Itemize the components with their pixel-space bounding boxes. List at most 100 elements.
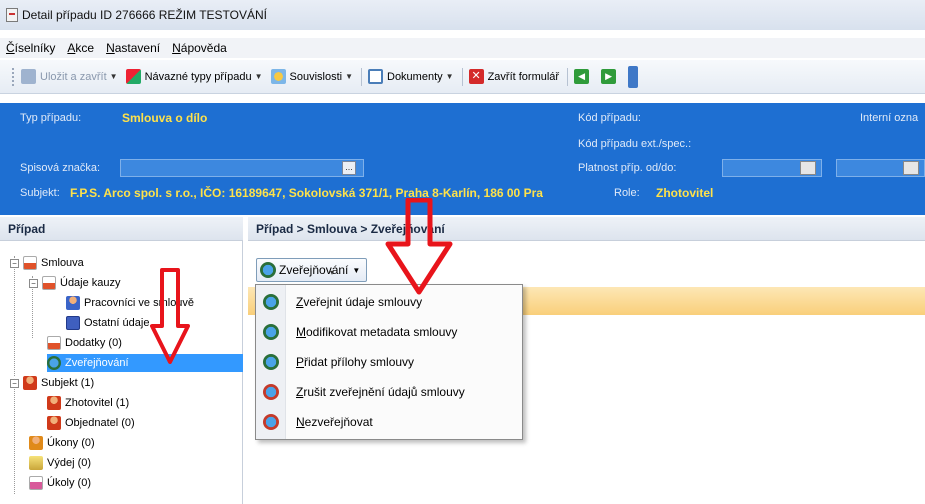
- arrow-right-icon: ▶: [601, 69, 617, 84]
- tree-item-label: Údaje kauzy: [60, 277, 121, 289]
- related-types-label: Návazné typy případu: [144, 70, 252, 83]
- documents-button[interactable]: Dokumenty ▼: [368, 69, 454, 84]
- toolbar-separator: [361, 67, 362, 86]
- tree-item-zhotovitel[interactable]: Zhotovitel (1): [47, 394, 129, 412]
- tree-item-label: Zhotovitel (1): [65, 397, 130, 409]
- overflow-icon: [628, 65, 639, 88]
- related-types-button[interactable]: Návazné typy případu ▼: [125, 69, 263, 84]
- collapse-icon[interactable]: −: [29, 278, 38, 288]
- tree-item-dodatky[interactable]: Dodatky (0): [47, 334, 122, 352]
- tree-item-label: Dodatky (0): [65, 337, 122, 349]
- case-code-ext-label: Kód případu ext./spec.:: [578, 138, 692, 150]
- person-icon: [47, 416, 61, 430]
- menu-item-label: Zveřejnit údaje smlouvy: [296, 295, 423, 309]
- red-arrow-icon: [150, 268, 190, 364]
- chevron-down-icon: ▼: [109, 72, 118, 81]
- menu-item-modifikovat[interactable]: Modifikovat metadata smlouvy: [256, 317, 522, 347]
- tree-item-label: Subjekt (1): [41, 377, 95, 389]
- save-close-button[interactable]: Uložit a zavřít ▼: [21, 69, 118, 84]
- menu-nastaveni[interactable]: Nastavení: [106, 41, 160, 55]
- toolbar-overflow-button[interactable]: [628, 65, 642, 88]
- documents-label: Dokumenty: [387, 70, 443, 83]
- menu-napoveda[interactable]: Nápověda: [172, 41, 227, 55]
- case-tree: − Smlouva − Údaje kauzy Pracovníci ve sm…: [0, 241, 243, 504]
- tree-item-ukony[interactable]: Úkony (0): [29, 434, 95, 452]
- person-icon: [47, 396, 61, 410]
- relations-button[interactable]: Souvislosti ▼: [270, 69, 353, 84]
- menu-item-nezverejnovat[interactable]: Nezveřejňovat: [256, 407, 522, 437]
- tree-item-smlouva[interactable]: − Smlouva: [10, 254, 84, 272]
- file-mark-field[interactable]: [120, 159, 364, 177]
- case-header: Typ případu: Smlouva o dílo Kód případu:…: [0, 103, 925, 215]
- next-button[interactable]: ▶: [601, 69, 620, 84]
- case-type-label: Typ případu:: [20, 112, 82, 124]
- collapse-icon[interactable]: −: [10, 258, 19, 268]
- calendar-icon[interactable]: [903, 161, 919, 175]
- subject-label: Subjekt:: [20, 187, 60, 199]
- file-mark-picker-button[interactable]: ...: [342, 161, 356, 175]
- toolbar: Uložit a zavřít ▼ Návazné typy případu ▼…: [0, 60, 925, 94]
- tree-item-label: Úkony (0): [47, 437, 95, 449]
- app-icon: [6, 8, 18, 22]
- zverejnovani-button-label: Zveřejňování: [279, 263, 349, 277]
- case-type-value: Smlouva o dílo: [122, 111, 208, 125]
- document-person-icon: [47, 336, 61, 350]
- menu-akce[interactable]: Akce: [67, 41, 94, 55]
- chevron-down-icon: ▼: [445, 72, 454, 81]
- save-icon: [21, 69, 36, 84]
- toolbar-overflow-icon[interactable]: ▾: [330, 268, 334, 277]
- tree-item-label: Zveřejňování: [65, 357, 129, 369]
- arrow-left-icon: ◀: [574, 69, 590, 84]
- tree-item-subjekt[interactable]: − Subjekt (1): [10, 374, 94, 392]
- tree-line: [14, 384, 15, 494]
- globe-house-icon: [263, 414, 279, 430]
- task-icon: [29, 476, 43, 490]
- validity-label: Platnost příp. od/do:: [578, 162, 677, 174]
- globe-house-icon: [263, 324, 279, 340]
- close-form-label: Zavřít formulář: [487, 70, 560, 83]
- menu-ciselniky[interactable]: Číselníky: [6, 41, 55, 55]
- list-icon: [66, 316, 80, 330]
- tree-item-label: Smlouva: [41, 257, 84, 269]
- globe-house-icon: [263, 354, 279, 370]
- tree-item-udaje-kauzy[interactable]: − Údaje kauzy: [29, 274, 121, 292]
- title-bar: Detail případu ID 276666 REŽIM TESTOVÁNÍ: [0, 0, 925, 30]
- globe-house-icon: [47, 356, 61, 370]
- tree-item-label: Úkoly (0): [47, 477, 92, 489]
- document-person-icon: [23, 256, 37, 270]
- case-code-label: Kód případu:: [578, 112, 641, 124]
- document-person-icon: [42, 276, 56, 290]
- menu-item-pridat-prilohy[interactable]: Přidat přílohy smlouvy: [256, 347, 522, 377]
- calendar-icon[interactable]: [800, 161, 816, 175]
- tree-item-ostatni-udaje[interactable]: Ostatní údaje: [66, 314, 149, 332]
- zverejnovani-dropdown-button[interactable]: Zveřejňování ▼: [256, 258, 368, 282]
- tree-item-vydej[interactable]: Výdej (0): [29, 454, 91, 472]
- left-panel-title: Případ: [0, 217, 243, 241]
- menu-item-zrusit[interactable]: Zrušit zveřejnění údajů smlouvy: [256, 377, 522, 407]
- toolbar-grip[interactable]: [12, 67, 15, 86]
- tree-item-objednatel[interactable]: Objednatel (0): [47, 414, 135, 432]
- tree-item-label: Výdej (0): [47, 457, 92, 469]
- menu-item-label: Zrušit zveřejnění údajů smlouvy: [296, 385, 465, 399]
- subject-value: F.P.S. Arco spol. s r.o., IČO: 16189647,…: [70, 186, 543, 200]
- tree-item-ukoly[interactable]: Úkoly (0): [29, 474, 91, 492]
- zverejnovani-menu: Zveřejnit údaje smlouvy Modifikovat meta…: [255, 284, 523, 440]
- previous-button[interactable]: ◀: [574, 69, 593, 84]
- close-form-button[interactable]: ✕ Zavřít formulář: [468, 69, 560, 84]
- collapse-icon[interactable]: −: [10, 378, 19, 388]
- globe-house-icon: [263, 384, 279, 400]
- menu-item-label: Nezveřejňovat: [296, 415, 373, 429]
- relations-label: Souvislosti: [289, 70, 343, 83]
- menu-item-label: Modifikovat metadata smlouvy: [296, 325, 458, 339]
- person-icon: [23, 376, 37, 390]
- role-label: Role:: [614, 187, 640, 199]
- documents-icon: [368, 69, 383, 84]
- globe-house-icon: [260, 262, 276, 278]
- tree-item-zverejnovani[interactable]: Zveřejňování: [47, 354, 243, 372]
- tree-line: [14, 256, 15, 376]
- person-icon: [29, 436, 43, 450]
- file-mark-label: Spisová značka:: [20, 162, 101, 174]
- chevron-down-icon: ▼: [352, 265, 361, 275]
- chevron-down-icon: ▼: [345, 72, 353, 81]
- outbox-icon: [29, 456, 43, 470]
